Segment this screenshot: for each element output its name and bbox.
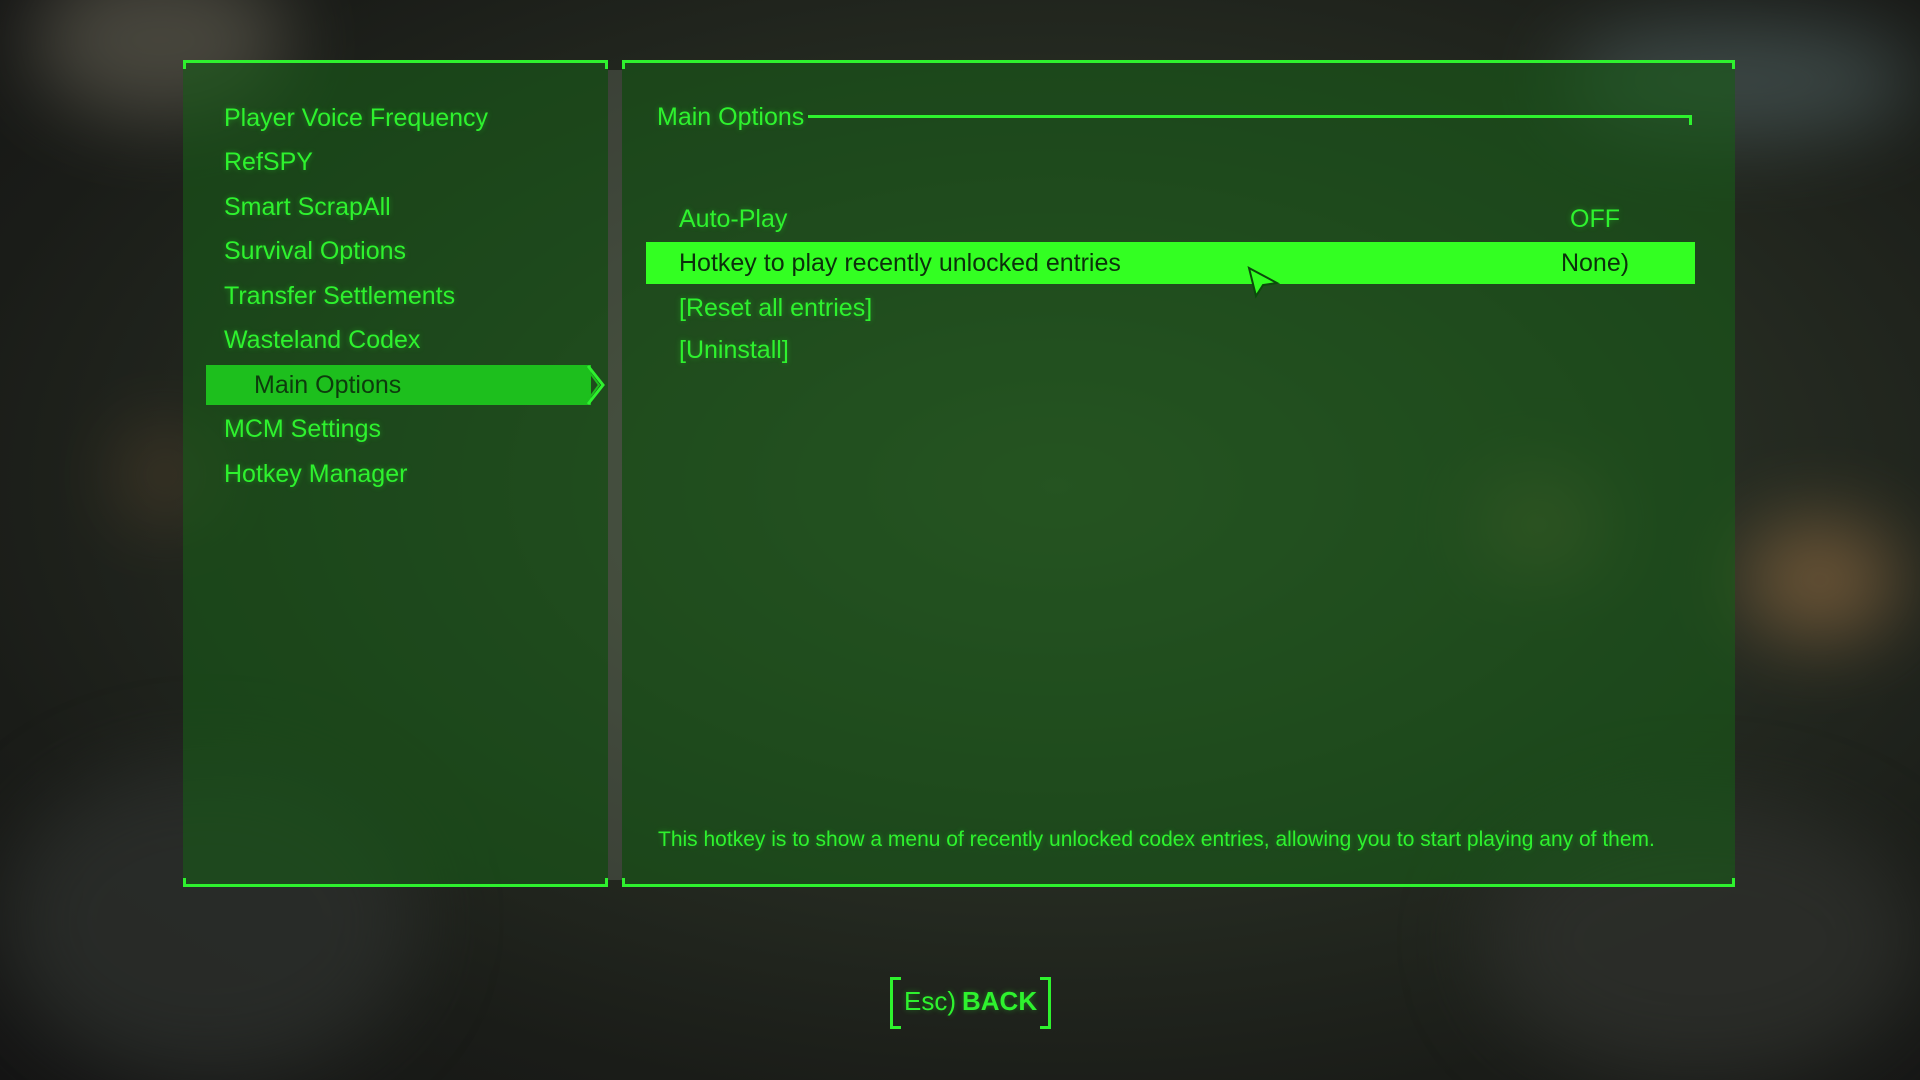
- options-panel: Main Options Auto-Play OFF Hotkey to pla…: [622, 60, 1735, 887]
- menu-item-hotkey-manager[interactable]: Hotkey Manager: [224, 454, 407, 494]
- panel-corner: [1732, 878, 1735, 887]
- panel-corner: [605, 60, 608, 69]
- panel-corner: [183, 60, 186, 69]
- back-key-label: Esc): [904, 986, 956, 1016]
- option-label: [Reset all entries]: [679, 294, 873, 322]
- option-label: Auto-Play: [679, 205, 788, 233]
- menu-item-mcm-settings[interactable]: MCM Settings: [224, 409, 381, 449]
- option-auto-play[interactable]: Auto-Play OFF: [646, 198, 1695, 240]
- menu-item-main-options[interactable]: Main Options: [206, 365, 591, 405]
- option-label: [Uninstall]: [679, 336, 789, 364]
- section-divider-end: [1689, 115, 1692, 125]
- panel-corner: [622, 60, 625, 69]
- option-uninstall[interactable]: [Uninstall]: [646, 329, 1695, 371]
- option-value: None): [1560, 249, 1630, 277]
- option-label: Hotkey to play recently unlocked entries: [679, 249, 1121, 277]
- panel-corner: [622, 878, 625, 887]
- menu-item-player-voice-frequency[interactable]: Player Voice Frequency: [224, 98, 488, 138]
- panel-border-bottom: [183, 884, 608, 887]
- option-value: OFF: [1570, 205, 1620, 233]
- menu-item-transfer-settlements[interactable]: Transfer Settlements: [224, 276, 455, 316]
- option-description: This hotkey is to show a menu of recentl…: [658, 828, 1655, 851]
- mod-list-panel: Player Voice Frequency RefSPY Smart Scra…: [183, 60, 608, 887]
- bracket-left: [890, 977, 901, 1029]
- panel-border-bottom: [622, 884, 1735, 887]
- back-button[interactable]: Esc) BACK: [890, 977, 1052, 1029]
- menu-item-wasteland-codex[interactable]: Wasteland Codex: [224, 320, 420, 360]
- panel-border-top: [183, 60, 608, 63]
- panel-corner: [605, 878, 608, 887]
- background-blur: [1740, 520, 1900, 640]
- option-reset-all-entries[interactable]: [Reset all entries]: [646, 287, 1695, 329]
- panel-corner: [1732, 60, 1735, 69]
- back-action-label: BACK: [962, 986, 1038, 1016]
- menu-item-smart-scrapall[interactable]: Smart ScrapAll: [224, 187, 391, 227]
- panel-corner: [183, 878, 186, 887]
- panel-border-top: [622, 60, 1735, 63]
- menu-item-survival-options[interactable]: Survival Options: [224, 231, 406, 271]
- bracket-right: [1040, 977, 1052, 1029]
- section-title: Main Options: [657, 103, 805, 131]
- panel-divider: [608, 70, 622, 880]
- menu-item-refspy[interactable]: RefSPY: [224, 142, 313, 182]
- section-divider: [808, 115, 1692, 118]
- option-hotkey-recent-entries[interactable]: Hotkey to play recently unlocked entries…: [646, 242, 1695, 299]
- chevron-right-icon: [585, 365, 605, 405]
